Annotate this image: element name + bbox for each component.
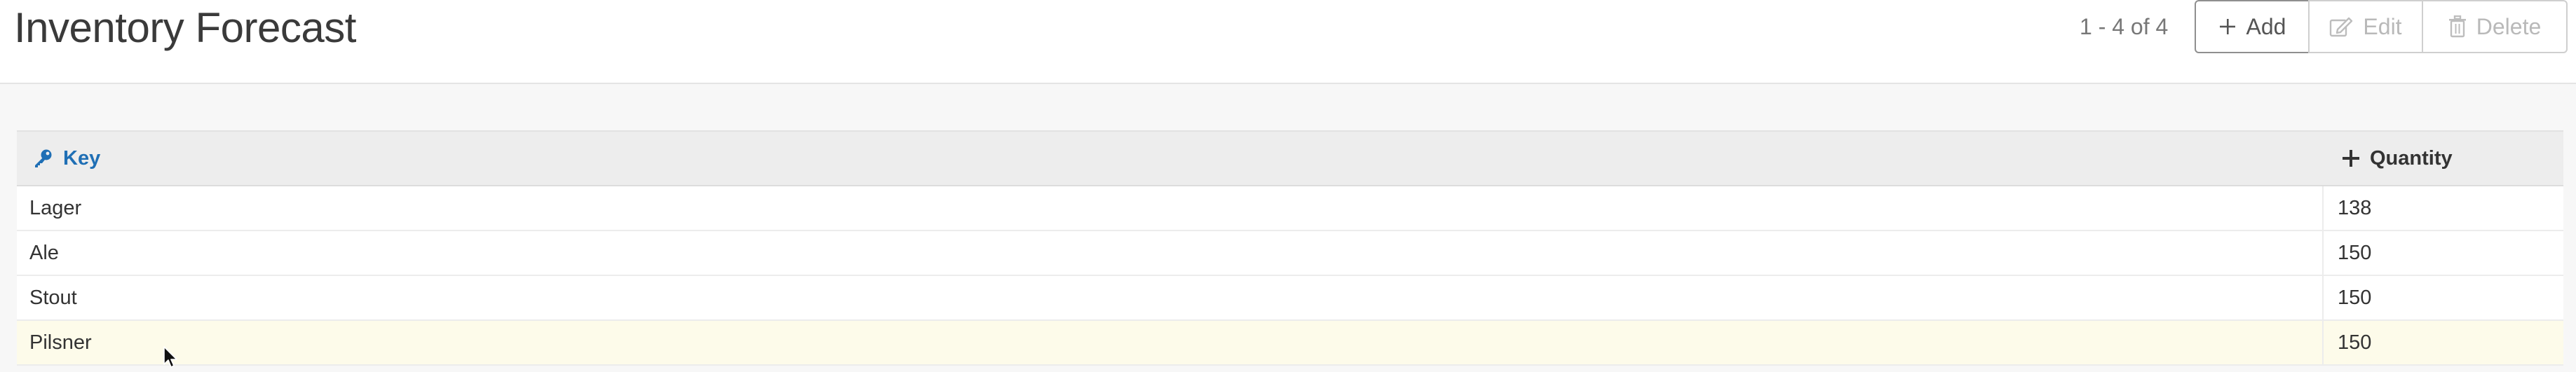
table-row[interactable]: Stout 150 bbox=[17, 276, 2563, 321]
table-header: Key Quantity bbox=[17, 130, 2563, 186]
trash-icon bbox=[2448, 15, 2467, 38]
delete-button[interactable]: Delete bbox=[2422, 0, 2568, 53]
inventory-table: Key Quantity Lager 138 Ale 150 Stout 150… bbox=[17, 130, 2563, 366]
plus-icon bbox=[2342, 149, 2360, 167]
column-header-key[interactable]: Key bbox=[32, 132, 100, 185]
table-body: Lager 138 Ale 150 Stout 150 Pilsner 150 bbox=[17, 186, 2563, 366]
cell-quantity: 150 bbox=[2338, 242, 2372, 264]
cell-quantity: 138 bbox=[2338, 197, 2372, 219]
table-row[interactable]: Ale 150 bbox=[17, 231, 2563, 276]
table-row[interactable]: Lager 138 bbox=[17, 186, 2563, 231]
edit-icon bbox=[2329, 16, 2353, 37]
column-header-quantity[interactable]: Quantity bbox=[2342, 132, 2453, 185]
mouse-pointer-icon bbox=[163, 346, 179, 368]
column-divider bbox=[2322, 186, 2324, 230]
toolbar-button-group: Add Edit Delete bbox=[2195, 0, 2568, 53]
cell-quantity: 150 bbox=[2338, 331, 2372, 354]
cell-key: Pilsner bbox=[29, 331, 92, 354]
column-divider bbox=[2322, 276, 2324, 319]
column-divider bbox=[2322, 231, 2324, 275]
page-header: Inventory Forecast 1 - 4 of 4 Add Edit D… bbox=[0, 0, 2576, 84]
cell-key: Lager bbox=[29, 197, 82, 219]
delete-button-label: Delete bbox=[2476, 13, 2542, 39]
pagination-count: 1 - 4 of 4 bbox=[2080, 14, 2169, 39]
cell-key: Ale bbox=[29, 242, 59, 264]
column-header-key-label: Key bbox=[63, 146, 101, 170]
edit-button-label: Edit bbox=[2363, 13, 2402, 39]
column-header-quantity-label: Quantity bbox=[2370, 146, 2453, 170]
cell-quantity: 150 bbox=[2338, 287, 2372, 309]
page-title: Inventory Forecast bbox=[14, 4, 356, 51]
table-row-hovered[interactable]: Pilsner 150 bbox=[17, 321, 2563, 366]
cell-key: Stout bbox=[29, 287, 77, 309]
column-divider bbox=[2322, 321, 2324, 364]
add-button[interactable]: Add bbox=[2195, 0, 2310, 53]
plus-icon bbox=[2218, 18, 2237, 36]
edit-button[interactable]: Edit bbox=[2308, 0, 2423, 53]
key-icon bbox=[32, 148, 53, 169]
add-button-label: Add bbox=[2246, 13, 2286, 39]
